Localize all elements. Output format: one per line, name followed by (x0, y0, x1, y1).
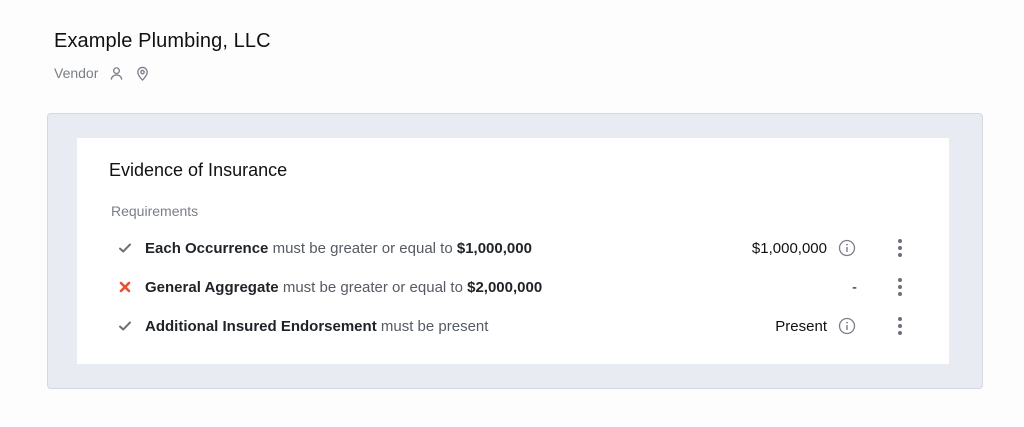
info-icon[interactable] (838, 317, 856, 335)
requirement-condition: must be present (380, 317, 489, 335)
requirement-condition: must be greater or equal to (272, 239, 453, 257)
requirement-name: Each Occurrence (145, 239, 269, 257)
vendor-header: Example Plumbing, LLC Vendor (54, 30, 271, 81)
requirement-value: Present (775, 317, 827, 335)
requirement-threshold: $2,000,000 (467, 278, 543, 296)
requirements-label: Requirements (111, 203, 199, 219)
info-icon[interactable] (838, 239, 856, 257)
evidence-card: Evidence of Insurance Requirements Each … (77, 138, 949, 364)
x-icon (117, 279, 133, 295)
requirement-condition: must be greater or equal to (282, 278, 463, 296)
insurance-panel: Evidence of Insurance Requirements Each … (47, 113, 983, 389)
check-icon (117, 318, 133, 334)
card-title: Evidence of Insurance (109, 160, 288, 180)
requirement-row: Additional Insured Endorsement must be p… (77, 314, 949, 338)
requirement-text: General Aggregate must be greater or equ… (145, 279, 542, 296)
requirement-value: $1,000,000 (751, 239, 827, 257)
vendor-meta: Vendor (54, 65, 271, 81)
vendor-type: Vendor (54, 65, 99, 81)
check-icon (117, 240, 133, 256)
requirement-name: General Aggregate (145, 278, 279, 296)
requirement-threshold: $1,000,000 (456, 239, 532, 257)
requirement-row: Each Occurrence must be greater or equal… (77, 236, 949, 260)
requirement-value: - (852, 278, 857, 296)
user-icon[interactable] (108, 65, 124, 81)
more-options-icon[interactable] (892, 276, 908, 298)
requirement-text: Each Occurrence must be greater or equal… (145, 240, 532, 257)
vendor-name: Example Plumbing, LLC (54, 30, 271, 52)
requirement-name: Additional Insured Endorsement (145, 317, 377, 335)
requirement-row: General Aggregate must be greater or equ… (77, 275, 949, 299)
more-options-icon[interactable] (892, 237, 908, 259)
location-pin-icon[interactable] (134, 65, 150, 81)
requirement-text: Additional Insured Endorsement must be p… (145, 318, 488, 335)
more-options-icon[interactable] (892, 315, 908, 337)
